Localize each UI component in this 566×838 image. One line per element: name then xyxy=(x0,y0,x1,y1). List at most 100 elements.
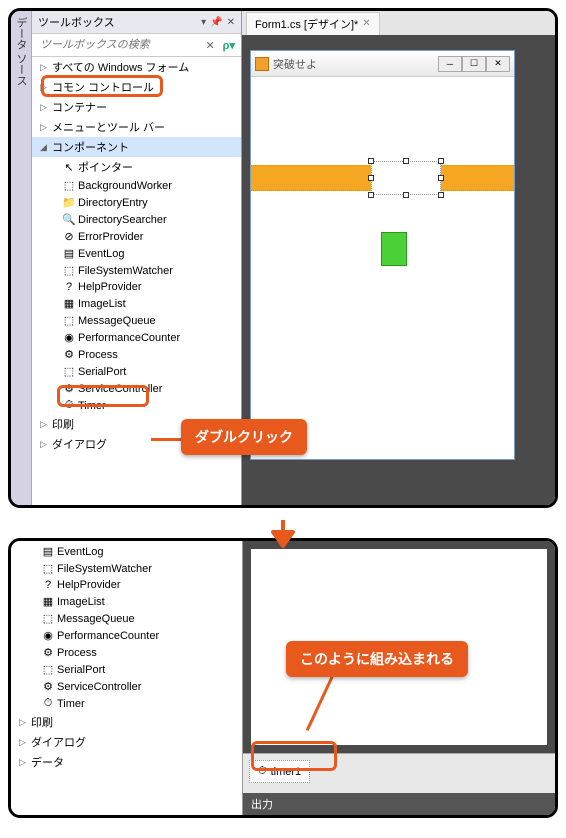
data-sources-tab[interactable]: データ ソース xyxy=(11,11,32,505)
item-messagequeue[interactable]: ⬚MessageQueue xyxy=(11,610,242,627)
tab-form1[interactable]: Form1.cs [デザイン]* ✕ xyxy=(246,12,380,35)
service-icon: ⚙ xyxy=(60,382,78,395)
green-control[interactable] xyxy=(381,232,407,266)
item-performancecounter[interactable]: ◉PerformanceCounter xyxy=(11,627,242,644)
item-backgroundworker[interactable]: ⬚BackgroundWorker xyxy=(32,177,241,194)
perf-icon: ◉ xyxy=(60,331,78,344)
category-print[interactable]: ▷印刷 xyxy=(11,712,242,732)
category-common-controls[interactable]: ▷コモン コントロール xyxy=(32,77,241,97)
direntry-icon: 📁 xyxy=(60,196,78,209)
item-timer[interactable]: ⏱Timer xyxy=(32,397,241,414)
imglist-icon: ▦ xyxy=(39,595,57,608)
timer-icon: ⏱ xyxy=(258,765,267,778)
item-directorysearcher[interactable]: 🔍DirectorySearcher xyxy=(32,211,241,228)
chevron-down-icon: ◢ xyxy=(40,142,52,153)
close-icon[interactable]: ✕ xyxy=(227,17,235,28)
eventlog-icon: ▤ xyxy=(60,247,78,260)
minimize-button[interactable]: ─ xyxy=(438,56,462,72)
toolbox-header: ツールボックス ▾ 📌 ✕ xyxy=(32,11,241,34)
form-window[interactable]: 突破せよ ─ ☐ ✕ xyxy=(250,50,515,460)
form-body[interactable] xyxy=(251,77,514,459)
item-helpprovider[interactable]: ?HelpProvider xyxy=(11,577,242,593)
item-filesystemwatcher[interactable]: ⬚FileSystemWatcher xyxy=(11,560,242,577)
msgq-icon: ⬚ xyxy=(39,612,57,625)
tray-timer1[interactable]: ⏱ timer1 xyxy=(249,760,310,783)
search-clear-icon[interactable]: ✕ xyxy=(201,39,218,52)
serial-icon: ⬚ xyxy=(60,365,78,378)
search-input[interactable] xyxy=(34,36,201,54)
toolbox-panel-2: ▤EventLog ⬚FileSystemWatcher ?HelpProvid… xyxy=(11,541,243,815)
timer-icon: ⏱ xyxy=(60,399,78,412)
item-servicecontroller[interactable]: ⚙ServiceController xyxy=(32,380,241,397)
item-eventlog[interactable]: ▤EventLog xyxy=(32,245,241,262)
chevron-right-icon: ▷ xyxy=(19,737,31,748)
fswatch-icon: ⬚ xyxy=(60,264,78,277)
chevron-right-icon: ▷ xyxy=(40,62,52,73)
category-container[interactable]: ▷コンテナー xyxy=(32,97,241,117)
item-directoryentry[interactable]: 📁DirectoryEntry xyxy=(32,194,241,211)
tray-item-label: timer1 xyxy=(271,766,302,778)
bgworker-icon: ⬚ xyxy=(60,179,78,192)
tab-close-icon[interactable]: ✕ xyxy=(362,18,370,29)
item-serialport[interactable]: ⬚SerialPort xyxy=(11,661,242,678)
tab-label: Form1.cs [デザイン]* xyxy=(255,16,358,32)
error-icon: ⊘ xyxy=(60,230,78,243)
item-eventlog[interactable]: ▤EventLog xyxy=(11,543,242,560)
callout-double-click: ダブルクリック xyxy=(181,419,307,455)
item-errorprovider[interactable]: ⊘ErrorProvider xyxy=(32,228,241,245)
perf-icon: ◉ xyxy=(39,629,57,642)
form-icon xyxy=(255,57,269,71)
msgq-icon: ⬚ xyxy=(60,314,78,327)
pointer-icon: ↖ xyxy=(60,161,78,174)
item-process[interactable]: ⚙Process xyxy=(32,346,241,363)
item-imagelist[interactable]: ▦ImageList xyxy=(32,295,241,312)
dropdown-icon[interactable]: ▾ xyxy=(201,17,206,28)
output-panel-header[interactable]: 出力 xyxy=(243,793,555,815)
designer-panel-2: ⏱ timer1 出力 xyxy=(243,541,555,815)
item-servicecontroller[interactable]: ⚙ServiceController xyxy=(11,678,242,695)
fswatch-icon: ⬚ xyxy=(39,562,57,575)
chevron-right-icon: ▷ xyxy=(40,102,52,113)
serial-icon: ⬚ xyxy=(39,663,57,676)
item-helpprovider[interactable]: ?HelpProvider xyxy=(32,279,241,295)
close-button[interactable]: ✕ xyxy=(486,56,510,72)
chevron-right-icon: ▷ xyxy=(40,439,52,450)
search-go-icon[interactable]: ρ▾ xyxy=(219,39,239,52)
form-title: 突破せよ xyxy=(273,56,438,72)
imglist-icon: ▦ xyxy=(60,297,78,310)
category-data[interactable]: ▷データ xyxy=(11,752,242,772)
item-process[interactable]: ⚙Process xyxy=(11,644,242,661)
pin-icon[interactable]: 📌 xyxy=(210,17,222,28)
chevron-right-icon: ▷ xyxy=(40,122,52,133)
category-menu-toolbar[interactable]: ▷メニューとツール バー xyxy=(32,117,241,137)
toolbox-tree-2: ▤EventLog ⬚FileSystemWatcher ?HelpProvid… xyxy=(11,543,242,815)
item-serialport[interactable]: ⬚SerialPort xyxy=(32,363,241,380)
selected-control[interactable] xyxy=(371,161,441,195)
item-messagequeue[interactable]: ⬚MessageQueue xyxy=(32,312,241,329)
form-titlebar: 突破せよ ─ ☐ ✕ xyxy=(251,51,514,77)
service-icon: ⚙ xyxy=(39,680,57,693)
item-timer[interactable]: ⏱Timer xyxy=(11,695,242,712)
eventlog-icon: ▤ xyxy=(39,545,57,558)
item-performancecounter[interactable]: ◉PerformanceCounter xyxy=(32,329,241,346)
timer-icon: ⏱ xyxy=(39,697,57,710)
item-pointer[interactable]: ↖ポインター xyxy=(32,157,241,177)
process-icon: ⚙ xyxy=(60,348,78,361)
toolbox-search: ✕ ρ▾ xyxy=(32,34,241,57)
category-dialog[interactable]: ▷ダイアログ xyxy=(11,732,242,752)
arrow-down-icon xyxy=(268,518,298,555)
dirsearch-icon: 🔍 xyxy=(60,213,78,226)
help-icon: ? xyxy=(39,579,57,591)
tab-bar: Form1.cs [デザイン]* ✕ xyxy=(242,11,555,35)
category-windows-forms[interactable]: ▷すべての Windows フォーム xyxy=(32,57,241,77)
chevron-right-icon: ▷ xyxy=(19,757,31,768)
chevron-right-icon: ▷ xyxy=(40,82,52,93)
chevron-right-icon: ▷ xyxy=(40,419,52,430)
help-icon: ? xyxy=(60,281,78,293)
callout-embedded: このように組み込まれる xyxy=(286,641,468,677)
category-component[interactable]: ◢コンポーネント xyxy=(32,137,241,157)
component-tray[interactable]: ⏱ timer1 xyxy=(243,753,555,793)
maximize-button[interactable]: ☐ xyxy=(462,56,486,72)
item-imagelist[interactable]: ▦ImageList xyxy=(11,593,242,610)
item-filesystemwatcher[interactable]: ⬚FileSystemWatcher xyxy=(32,262,241,279)
